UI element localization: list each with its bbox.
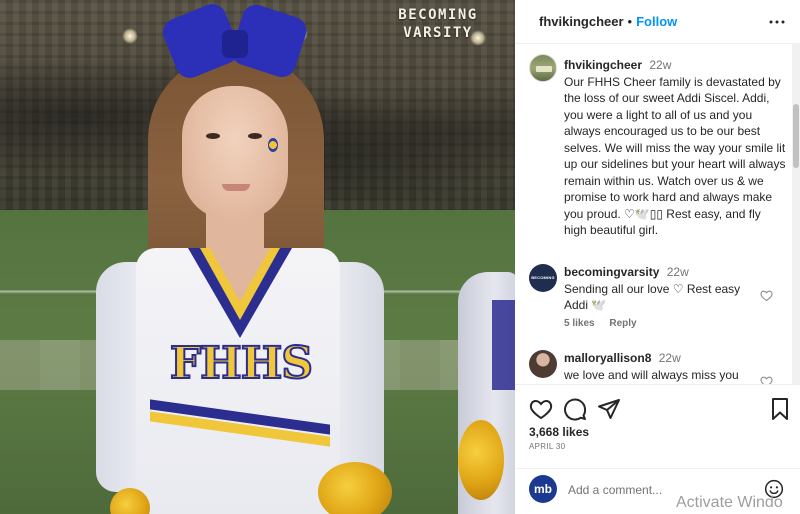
- smile: [222, 184, 250, 191]
- comment-like-heart-icon[interactable]: [760, 289, 773, 302]
- pom-pom: [458, 420, 504, 500]
- uniform-neckline-skin: [210, 248, 270, 302]
- avatar[interactable]: BECOMING VARSITY: [529, 264, 557, 292]
- comment: becomingvarsity 22w Sending all our love…: [564, 264, 754, 314]
- cheerleader-face: [182, 86, 288, 220]
- avatar[interactable]: [529, 350, 557, 378]
- caption-time[interactable]: 22w: [649, 58, 671, 72]
- post-date[interactable]: APRIL 30: [529, 442, 565, 451]
- heart-icon[interactable]: [529, 397, 553, 421]
- reply-button[interactable]: Reply: [609, 318, 636, 329]
- follow-button[interactable]: Follow: [636, 14, 677, 29]
- hair-bow-knot: [222, 30, 248, 58]
- caption-username[interactable]: fhvikingcheer: [564, 58, 642, 72]
- more-horizontal-icon[interactable]: [768, 13, 786, 31]
- comment-text: Sending all our love ♡ Rest easy Addi 🕊️: [564, 281, 741, 313]
- like-count[interactable]: 3,668 likes: [529, 425, 589, 439]
- avatar[interactable]: mb: [529, 475, 557, 503]
- comment-time[interactable]: 22w: [659, 351, 681, 365]
- background-cheerleader-stripe: [492, 300, 515, 390]
- caption-text: Our FHHS Cheer family is devastated by t…: [564, 74, 786, 238]
- comment-username[interactable]: malloryallison8: [564, 351, 651, 365]
- activate-windows-watermark: Activate Windo: [676, 494, 783, 511]
- bookmark-icon[interactable]: [768, 397, 792, 421]
- caption: fhvikingcheer 22w Our FHHS Cheer family …: [564, 57, 786, 239]
- watermark-line-1: BECOMING: [398, 7, 478, 23]
- watermark-line-2: VARSITY: [403, 25, 473, 41]
- comment: malloryallison8 22w we love and will alw…: [564, 350, 754, 383]
- pom-pom: [318, 462, 392, 514]
- avatar[interactable]: [529, 54, 557, 82]
- face-paint-paw: [268, 138, 278, 152]
- watermark: BECOMING VARSITY: [388, 6, 488, 42]
- post-header: fhvikingcheer • Follow: [515, 0, 800, 44]
- comment-likes[interactable]: 5 likes: [564, 318, 595, 329]
- comment-icon[interactable]: [563, 397, 587, 421]
- stadium-light: [122, 28, 138, 44]
- header-separator: •: [627, 14, 633, 29]
- header-username[interactable]: fhvikingcheer: [539, 14, 624, 29]
- add-comment-input[interactable]: Add a comment...: [568, 483, 662, 497]
- comment-username[interactable]: becomingvarsity: [564, 265, 659, 279]
- uniform-letters: FHHS: [169, 337, 314, 390]
- share-icon[interactable]: [597, 397, 621, 421]
- comment-meta: 5 likes Reply: [564, 318, 649, 329]
- comment-time[interactable]: 22w: [667, 265, 689, 279]
- scrollbar-thumb[interactable]: [793, 104, 799, 168]
- eye: [206, 133, 220, 139]
- comments-scrollbar[interactable]: [792, 44, 800, 384]
- comment-text: we love and will always miss you: [564, 367, 739, 382]
- post-photo[interactable]: FHHS BECOMING VARSITY: [0, 0, 515, 514]
- eye: [248, 133, 262, 139]
